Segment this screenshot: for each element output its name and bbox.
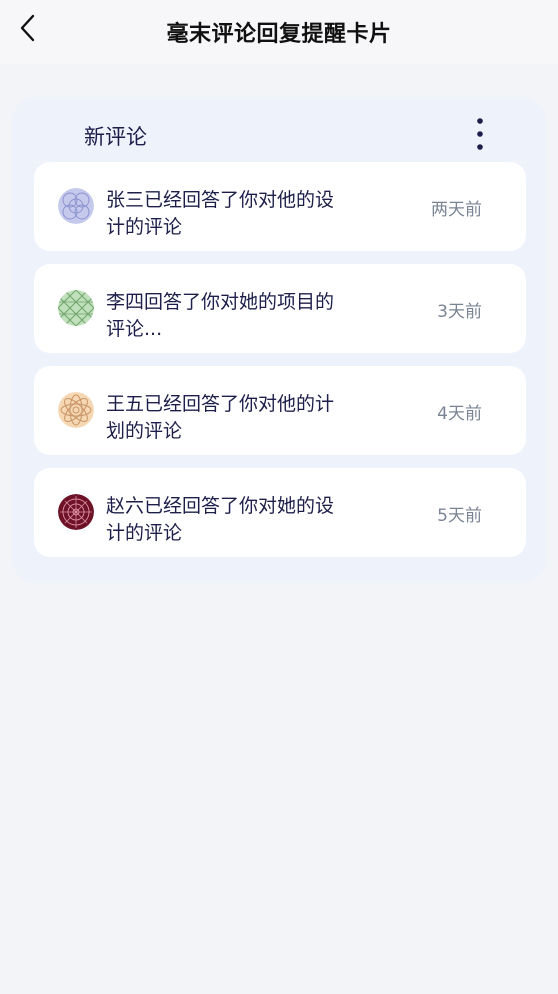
card-title: 新评论 — [84, 125, 147, 149]
comment-text: 张三已经回答了你对他的设计的评论 — [106, 189, 335, 238]
comment-time: 3天前 — [437, 302, 482, 322]
avatar — [58, 392, 94, 428]
more-button[interactable] — [468, 115, 492, 155]
list-item[interactable]: 李四回答了你对她的项目的评论... 3天前 — [34, 264, 526, 353]
avatar — [58, 494, 94, 530]
comment-card: 新评论 张三已经回答了你对他的设计的评论 两天前 李四回答了你对她的项目的评论.… — [12, 97, 546, 583]
comment-time: 4天前 — [437, 404, 482, 424]
avatar — [58, 188, 94, 224]
list-item[interactable]: 赵六已经回答了你对她的设计的评论 5天前 — [34, 468, 526, 557]
more-vertical-icon — [477, 118, 483, 150]
list-item[interactable]: 王五已经回答了你对他的计划的评论 4天前 — [34, 366, 526, 455]
comment-text: 王五已经回答了你对他的计划的评论 — [106, 393, 335, 442]
comment-text: 李四回答了你对她的项目的评论... — [106, 291, 335, 340]
avatar — [58, 290, 94, 326]
comment-time: 5天前 — [437, 506, 482, 526]
page-title: 毫末评论回复提醒卡片 — [166, 22, 392, 47]
nav-bar: 毫末评论回复提醒卡片 — [0, 0, 558, 64]
comment-text: 赵六已经回答了你对她的设计的评论 — [106, 495, 335, 544]
comment-list: 张三已经回答了你对他的设计的评论 两天前 李四回答了你对她的项目的评论... 3… — [34, 162, 526, 570]
list-item[interactable]: 张三已经回答了你对他的设计的评论 两天前 — [34, 162, 526, 251]
comment-time: 两天前 — [431, 200, 482, 220]
